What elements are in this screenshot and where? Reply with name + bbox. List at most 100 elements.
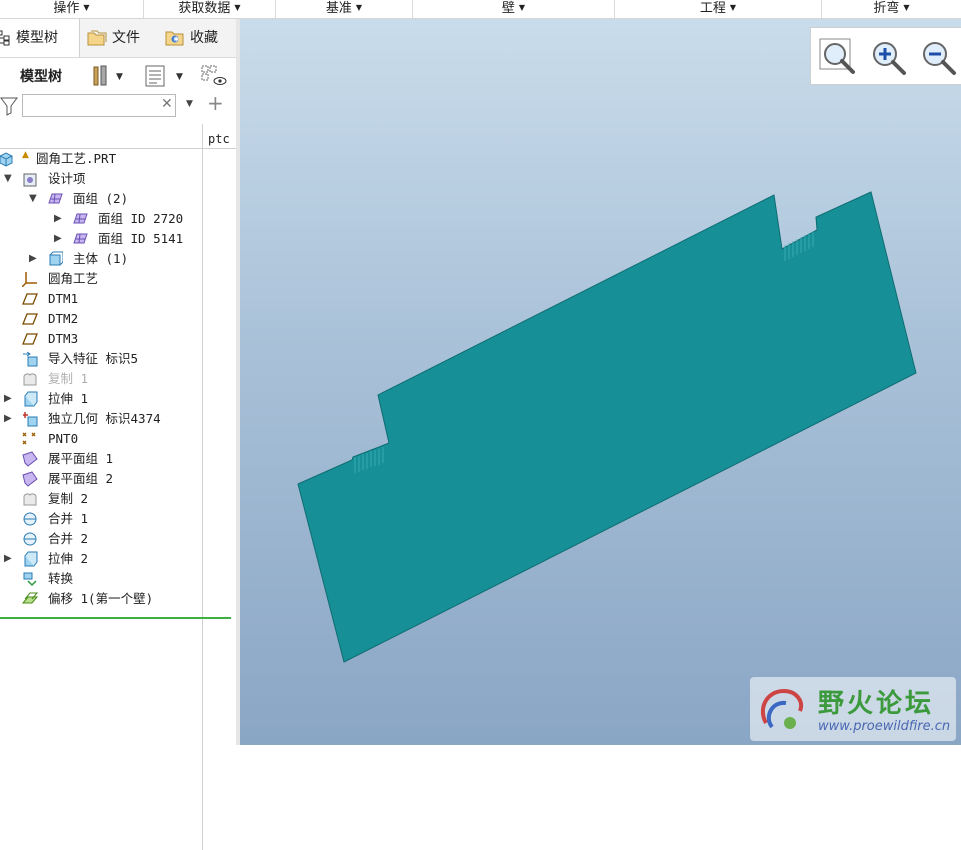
- tree-item[interactable]: 偏移 1(第一个壁): [0, 589, 202, 609]
- expand-toggle-icon[interactable]: ▶: [4, 549, 12, 569]
- show-hide-columns-icon[interactable]: [200, 64, 228, 92]
- tree-item[interactable]: DTM1: [0, 289, 202, 309]
- tab-favorites[interactable]: ✱ 收藏: [164, 19, 236, 57]
- datum-plane-icon: [22, 331, 38, 347]
- filter-dropdown-icon[interactable]: ▼: [186, 99, 193, 109]
- tree-item[interactable]: ▶ 面组 ID 2720: [0, 209, 202, 229]
- model-tree-icon: [0, 30, 10, 46]
- watermark-url: www.proewildfire.cn: [818, 719, 951, 734]
- part-icon: [0, 151, 14, 167]
- tree-item-label: 合并 2: [48, 531, 89, 546]
- graphics-viewport[interactable]: 野火论坛 www.proewildfire.cn: [240, 19, 961, 745]
- column-separator[interactable]: [202, 124, 203, 850]
- filter-bar: ✕ ▼ +: [0, 91, 236, 122]
- flatten-quilt-icon: [22, 471, 38, 487]
- tab-model-tree[interactable]: 模型树: [0, 19, 80, 57]
- zoom-fit-button[interactable]: [817, 36, 859, 78]
- caret-down-icon: ▼: [355, 3, 363, 12]
- tree-item-label: 圆角工艺.PRT: [36, 151, 117, 166]
- show-list-icon[interactable]: ▼: [144, 64, 188, 92]
- zoom-toolbar: [810, 27, 961, 85]
- csys-icon: [21, 271, 38, 288]
- tree-item-label: 设计项: [48, 171, 86, 186]
- expand-toggle-icon[interactable]: ▶: [4, 389, 12, 409]
- settings-tools-icon[interactable]: ▼: [90, 64, 126, 92]
- tree-item-label: DTM3: [48, 331, 79, 346]
- tree-item[interactable]: DTM3: [0, 329, 202, 349]
- insert-indicator[interactable]: [0, 617, 231, 619]
- tree-item-label: 独立几何 标识4374: [48, 411, 161, 426]
- tree-item[interactable]: PNT0: [0, 429, 202, 449]
- zoom-out-icon: [923, 42, 956, 75]
- expand-toggle-icon[interactable]: ▶: [54, 209, 62, 229]
- body-icon: [47, 251, 64, 267]
- ribbon-group-get-data[interactable]: 获取数据 ▼: [143, 0, 275, 18]
- tree-item-label: 展平面组 1: [48, 451, 114, 466]
- tree-item-label: 拉伸 1: [48, 391, 89, 406]
- tree-item[interactable]: ▼ 面组 (2): [0, 189, 202, 209]
- tree-item[interactable]: DTM2: [0, 309, 202, 329]
- tree-item[interactable]: 合并 1: [0, 509, 202, 529]
- independent-geometry-icon: [22, 411, 38, 427]
- add-filter-icon[interactable]: +: [207, 91, 224, 115]
- folder-icon: [87, 30, 107, 46]
- expand-toggle-icon[interactable]: ▶: [29, 249, 37, 269]
- watermark-title: 野火论坛: [818, 689, 935, 719]
- datum-point-icon: [22, 431, 38, 447]
- tree-item-label: 展平面组 2: [48, 471, 114, 486]
- tree-item-label: PNT0: [48, 431, 79, 446]
- tree-item[interactable]: ▶ 面组 ID 5141: [0, 229, 202, 249]
- merge-icon: [22, 531, 38, 547]
- tree-item[interactable]: ▲ 圆角工艺.PRT: [0, 149, 202, 169]
- navigator-panel: 模型树 文件 ✱ 收藏 模型树 ▼ ▼ ✕ ▼ + ptc ▲ 圆角工艺.PRT…: [0, 19, 236, 850]
- tab-files[interactable]: 文件: [86, 19, 158, 57]
- zoom-in-button[interactable]: [867, 36, 909, 78]
- tree-item[interactable]: ▼ 设计项: [0, 169, 202, 189]
- tree-item[interactable]: 展平面组 1: [0, 449, 202, 469]
- tree-item[interactable]: 转换: [0, 569, 202, 589]
- caret-down-icon: ▼: [234, 3, 241, 12]
- tree-item-label: 转换: [48, 571, 74, 586]
- ribbon-group-operations[interactable]: 操作 ▼: [0, 0, 143, 18]
- expand-toggle-icon[interactable]: ▶: [54, 229, 62, 249]
- tree-item[interactable]: 导入特征 标识5: [0, 349, 202, 369]
- tree-item-label: 偏移 1(第一个壁): [48, 591, 154, 606]
- quilt-icon: [72, 211, 88, 227]
- tree-item-label: 主体 (1): [73, 251, 129, 266]
- tree-item[interactable]: 复制 2: [0, 489, 202, 509]
- clear-filter-icon[interactable]: ✕: [161, 96, 173, 112]
- tree-item[interactable]: ▶ 主体 (1): [0, 249, 202, 269]
- tree-item[interactable]: ▶ 拉伸 2: [0, 549, 202, 569]
- tree-item[interactable]: ▶ 独立几何 标识4374: [0, 409, 202, 429]
- ribbon-group-datum[interactable]: 基准 ▼: [275, 0, 412, 18]
- flat-wall-face[interactable]: [297, 191, 917, 663]
- tree-item[interactable]: 展平面组 2: [0, 469, 202, 489]
- design-items-icon: [22, 171, 38, 187]
- forum-logo-icon: [760, 688, 803, 729]
- convert-icon: [22, 571, 38, 587]
- column-ptc-header[interactable]: ptc: [208, 132, 230, 146]
- filter-input[interactable]: [22, 94, 176, 117]
- expand-toggle-icon[interactable]: ▶: [4, 409, 12, 429]
- filter-icon[interactable]: [0, 96, 18, 116]
- quilt-icon: [72, 231, 88, 247]
- forum-watermark: 野火论坛 www.proewildfire.cn: [750, 677, 956, 741]
- copy-icon: [22, 491, 38, 507]
- tree-item[interactable]: 合并 2: [0, 529, 202, 549]
- tree-item-label: 面组 (2): [73, 191, 129, 206]
- quilt-icon: [47, 191, 63, 207]
- datum-plane-icon: [22, 291, 38, 307]
- tree-item-label: 拉伸 2: [48, 551, 89, 566]
- ribbon-group-wall[interactable]: 壁 ▼: [412, 0, 614, 18]
- zoom-out-button[interactable]: [917, 36, 959, 78]
- collapse-toggle-icon[interactable]: ▼: [29, 189, 37, 209]
- ribbon-group-bend[interactable]: 折弯 ▼: [821, 0, 961, 18]
- ribbon-group-engineering[interactable]: 工程 ▼: [614, 0, 821, 18]
- tree-item[interactable]: 复制 1: [0, 369, 202, 389]
- collapse-toggle-icon[interactable]: ▼: [4, 169, 12, 189]
- tree-item[interactable]: 圆角工艺: [0, 269, 202, 289]
- extrude-icon: [22, 551, 38, 567]
- sheetmetal-model[interactable]: [240, 19, 961, 745]
- merge-icon: [22, 511, 38, 527]
- tree-item[interactable]: ▶ 拉伸 1: [0, 389, 202, 409]
